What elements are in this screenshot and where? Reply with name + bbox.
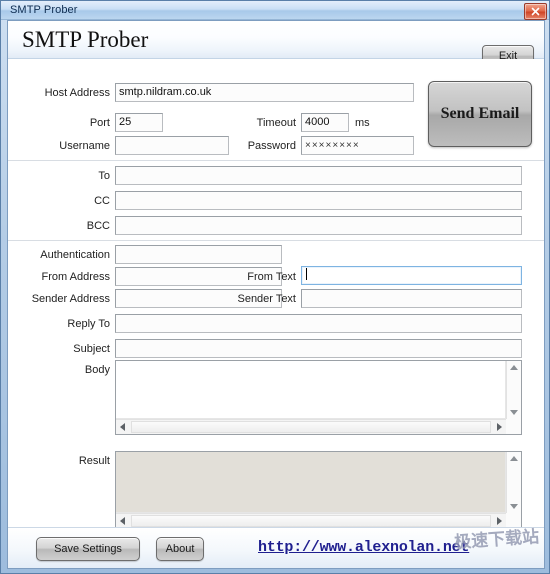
authentication-input[interactable]: [115, 245, 282, 264]
reply-to-input[interactable]: [115, 314, 522, 333]
to-label: To: [98, 170, 110, 182]
subject-label: Subject: [73, 343, 110, 355]
host-address-input[interactable]: smtp.nildram.co.uk: [115, 83, 414, 102]
section-divider-top: [8, 160, 544, 161]
host-address-label: Host Address: [44, 87, 110, 99]
timeout-label: Timeout: [256, 117, 296, 129]
scroll-down-icon[interactable]: [510, 504, 518, 509]
sender-text-label: Sender Text: [237, 293, 296, 305]
body-text-content[interactable]: [116, 361, 506, 419]
result-textarea[interactable]: [115, 451, 522, 529]
reply-to-label: Reply To: [67, 318, 110, 330]
timeout-unit-label: ms: [355, 117, 370, 129]
app-header: SMTP Prober Exit: [8, 21, 544, 67]
scrollbar-corner: [506, 419, 521, 434]
client-area: SMTP Prober Exit Host Address smtp.nildr…: [7, 20, 545, 569]
body-label: Body: [84, 364, 110, 376]
bcc-input[interactable]: [115, 216, 522, 235]
sender-text-input[interactable]: [301, 289, 522, 308]
body-horizontal-scrollbar[interactable]: [116, 419, 506, 434]
subject-input[interactable]: [115, 339, 522, 358]
authentication-label: Authentication: [40, 249, 110, 261]
password-input[interactable]: ××××××××: [301, 136, 414, 155]
timeout-input[interactable]: 4000: [301, 113, 349, 132]
from-text-label: From Text: [247, 271, 296, 283]
send-email-button[interactable]: Send Email: [428, 81, 532, 147]
scroll-left-icon[interactable]: [120, 517, 125, 525]
close-icon[interactable]: [524, 3, 547, 20]
scroll-down-icon[interactable]: [510, 410, 518, 415]
scroll-left-icon[interactable]: [120, 423, 125, 431]
result-text-content: [116, 452, 506, 513]
body-textarea[interactable]: [115, 360, 522, 435]
about-button[interactable]: About: [156, 537, 204, 561]
application-window: SMTP Prober SMTP Prober Exit Host Addres…: [0, 0, 550, 574]
result-hscroll-thumb[interactable]: [131, 515, 491, 527]
result-vertical-scrollbar[interactable]: [506, 452, 521, 513]
from-address-label: From Address: [41, 271, 110, 283]
body-vertical-scrollbar[interactable]: [506, 361, 521, 419]
body-hscroll-thumb[interactable]: [131, 421, 491, 433]
scrollbar-corner: [506, 513, 521, 528]
scroll-right-icon[interactable]: [497, 517, 502, 525]
port-input[interactable]: 25: [115, 113, 163, 132]
from-text-input[interactable]: [301, 266, 522, 285]
text-caret: [306, 268, 307, 280]
cc-input[interactable]: [115, 191, 522, 210]
username-label: Username: [59, 140, 110, 152]
form-area: Host Address smtp.nildram.co.uk Port 25 …: [8, 59, 544, 529]
title-bar: SMTP Prober: [1, 1, 549, 20]
port-label: Port: [89, 117, 110, 129]
scroll-up-icon[interactable]: [510, 456, 518, 461]
password-label: Password: [247, 140, 296, 152]
save-settings-button[interactable]: Save Settings: [36, 537, 140, 561]
result-label: Result: [78, 455, 110, 467]
to-input[interactable]: [115, 166, 522, 185]
footer-bar: Save Settings About http://www.alexnolan…: [8, 527, 544, 568]
bcc-label: BCC: [86, 220, 110, 232]
page-title: SMTP Prober: [22, 27, 149, 52]
website-link[interactable]: http://www.alexnolan.net: [258, 539, 469, 556]
section-divider-middle: [8, 240, 544, 241]
sender-address-label: Sender Address: [31, 293, 110, 305]
scroll-right-icon[interactable]: [497, 423, 502, 431]
scroll-up-icon[interactable]: [510, 365, 518, 370]
cc-label: CC: [94, 195, 110, 207]
result-horizontal-scrollbar[interactable]: [116, 513, 506, 528]
window-title: SMTP Prober: [10, 4, 78, 16]
